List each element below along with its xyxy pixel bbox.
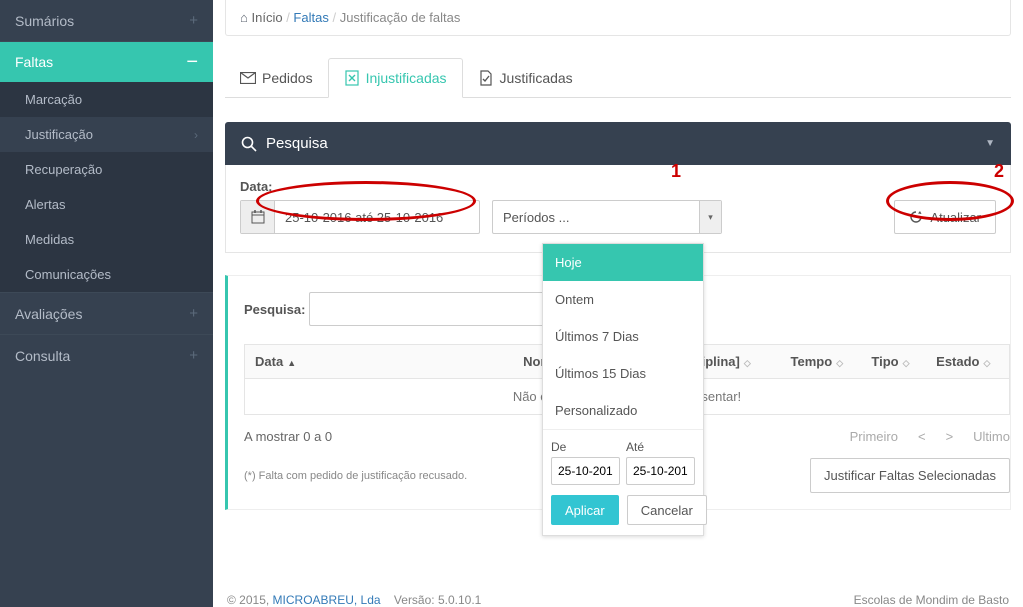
- calendar-icon: [241, 201, 275, 233]
- sidebar-item-label: Sumários: [15, 13, 74, 29]
- periodos-select[interactable]: Períodos ... ▾: [492, 200, 722, 234]
- col-tempo[interactable]: Tempo◇: [781, 345, 862, 379]
- date-range-input[interactable]: 25-10-2016 até 25-10-2016: [240, 200, 480, 234]
- select-value: Períodos ...: [493, 210, 699, 225]
- cancel-button[interactable]: Cancelar: [627, 495, 707, 525]
- tab-label: Injustificadas: [366, 70, 447, 86]
- dd-ontem[interactable]: Ontem: [543, 281, 703, 318]
- version: Versão: 5.0.10.1: [394, 593, 481, 607]
- sidebar-item-label: Faltas: [15, 54, 53, 70]
- plus-icon: +: [189, 305, 198, 322]
- date-label: Data:: [240, 179, 996, 194]
- breadcrumb-current: Justificação de faltas: [340, 10, 461, 25]
- tab-injustificadas[interactable]: Injustificadas: [328, 58, 463, 98]
- col-tipo[interactable]: Tipo◇: [861, 345, 926, 379]
- home-icon: ⌂: [240, 10, 248, 25]
- sidebar-item-consulta[interactable]: Consulta +: [0, 334, 213, 376]
- refresh-icon: [909, 210, 923, 224]
- sidebar-item-label: Justificação: [25, 127, 93, 142]
- plus-icon: +: [189, 347, 198, 364]
- breadcrumb-home[interactable]: Início: [251, 10, 282, 25]
- apply-button[interactable]: Aplicar: [551, 495, 619, 525]
- envelope-icon: [240, 70, 256, 86]
- dd-hoje[interactable]: Hoje: [543, 244, 703, 281]
- sidebar-item-label: Alertas: [25, 197, 65, 212]
- sidebar-sub-comunicacoes[interactable]: Comunicações: [0, 257, 213, 292]
- sidebar-item-label: Consulta: [15, 348, 70, 364]
- search-panel-body: 1 2 Data: 25-10-2016 até 25-10-2016 Perí…: [225, 165, 1011, 253]
- sidebar-item-avaliacoes[interactable]: Avaliações +: [0, 292, 213, 334]
- date-range-dropdown: Hoje Ontem Últimos 7 Dias Últimos 15 Dia…: [542, 243, 704, 536]
- ate-label: Até: [626, 440, 695, 454]
- chevron-down-icon: ▾: [699, 201, 721, 233]
- sidebar-item-label: Comunicações: [25, 267, 111, 282]
- sidebar-item-label: Avaliações: [15, 306, 82, 322]
- col-data[interactable]: Data▲: [245, 345, 314, 379]
- date-value: 25-10-2016 até 25-10-2016: [275, 210, 453, 225]
- pager-prev[interactable]: <: [918, 429, 926, 444]
- pager-next[interactable]: >: [946, 429, 954, 444]
- sidebar-item-label: Recuperação: [25, 162, 102, 177]
- sidebar: Sumários + Faltas − Marcação Justificaçã…: [0, 0, 213, 607]
- x-doc-icon: [344, 70, 360, 86]
- de-label: De: [551, 440, 620, 454]
- ate-input[interactable]: [626, 457, 695, 485]
- sidebar-item-sumarios[interactable]: Sumários +: [0, 0, 213, 41]
- school-name: Escolas de Mondim de Basto: [854, 593, 1009, 607]
- justify-button[interactable]: Justificar Faltas Selecionadas: [810, 458, 1010, 493]
- dd-ultimos15[interactable]: Últimos 15 Dias: [543, 355, 703, 392]
- pager-first[interactable]: Primeiro: [850, 429, 898, 444]
- refresh-label: Atualizar: [930, 210, 981, 225]
- refresh-button[interactable]: Atualizar: [894, 200, 996, 234]
- tab-justificadas[interactable]: Justificadas: [463, 58, 588, 97]
- minus-icon: −: [186, 57, 198, 67]
- company-link[interactable]: MICROABREU, Lda: [273, 593, 381, 607]
- search-panel-header[interactable]: Pesquisa ▼: [225, 122, 1011, 165]
- showing-text: A mostrar 0 a 0: [244, 429, 332, 444]
- sidebar-sub-justificacao[interactable]: Justificação ›: [0, 117, 213, 152]
- sidebar-item-label: Marcação: [25, 92, 82, 107]
- de-input[interactable]: [551, 457, 620, 485]
- main-content: ⌂ Início / Faltas / Justificação de falt…: [213, 0, 1023, 607]
- copyright: © 2015,: [227, 593, 273, 607]
- col-estado[interactable]: Estado◇: [926, 345, 1009, 379]
- dd-custom-range: De Até Aplicar Cancelar: [543, 429, 703, 535]
- sidebar-sub-marcacao[interactable]: Marcação: [0, 82, 213, 117]
- dd-ultimos7[interactable]: Últimos 7 Dias: [543, 318, 703, 355]
- sidebar-sub-recuperacao[interactable]: Recuperação: [0, 152, 213, 187]
- plus-icon: +: [189, 12, 198, 29]
- tabs: Pedidos Injustificadas Justificadas: [225, 58, 1011, 98]
- breadcrumb: ⌂ Início / Faltas / Justificação de falt…: [225, 0, 1011, 36]
- search-title: Pesquisa: [266, 135, 328, 152]
- pager-last[interactable]: Ultimo: [973, 429, 1010, 444]
- pager: Primeiro < > Ultimo: [850, 429, 1010, 444]
- breadcrumb-faltas[interactable]: Faltas: [293, 10, 328, 25]
- dd-personalizado[interactable]: Personalizado: [543, 392, 703, 429]
- tab-pedidos[interactable]: Pedidos: [225, 58, 328, 97]
- chevron-right-icon: ›: [194, 128, 198, 142]
- sidebar-sub-medidas[interactable]: Medidas: [0, 222, 213, 257]
- check-doc-icon: [478, 70, 494, 86]
- footer: © 2015, MICROABREU, Lda Versão: 5.0.10.1…: [225, 583, 1011, 607]
- chevron-down-icon: ▼: [985, 138, 995, 149]
- tab-label: Justificadas: [500, 70, 573, 86]
- footnote: (*) Falta com pedido de justificação rec…: [244, 470, 467, 482]
- search-text-label: Pesquisa:: [244, 302, 305, 317]
- sidebar-item-faltas[interactable]: Faltas −: [0, 41, 213, 82]
- sidebar-item-label: Medidas: [25, 232, 74, 247]
- search-icon: [241, 136, 257, 152]
- tab-label: Pedidos: [262, 70, 313, 86]
- sidebar-sub-alertas[interactable]: Alertas: [0, 187, 213, 222]
